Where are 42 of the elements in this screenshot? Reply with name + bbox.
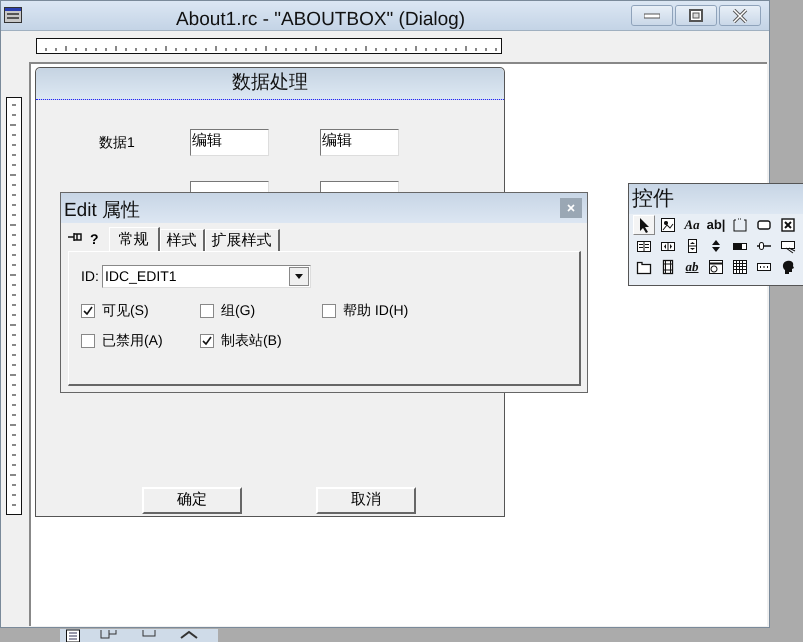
control-tool[interactable]: Aa	[681, 215, 703, 235]
edit-field[interactable]	[320, 181, 399, 192]
tab[interactable]: 样式	[160, 229, 205, 251]
dialog-button[interactable]: 确定	[142, 487, 242, 514]
maximize-icon	[689, 9, 703, 22]
id-combo-box[interactable]: IDC_EDIT1	[102, 265, 311, 288]
edit-field[interactable]: 编辑	[190, 129, 269, 156]
tab[interactable]: 常规	[108, 227, 160, 252]
id-label: ID:	[81, 267, 100, 286]
edit-field[interactable]	[190, 181, 269, 192]
close-icon	[732, 8, 748, 22]
edit-field[interactable]: 编辑	[320, 129, 399, 156]
properties-title: Edit 属性	[64, 199, 140, 223]
checkbox[interactable]	[322, 304, 336, 318]
dialog-button[interactable]: 取消	[316, 487, 416, 514]
checkbox[interactable]	[200, 304, 214, 318]
resource-tab-icon[interactable]	[66, 629, 80, 642]
pointer-icon[interactable]	[633, 215, 655, 235]
checkbox-label: 制表站(B)	[221, 331, 282, 350]
control-tool[interactable]: ab|	[705, 215, 727, 235]
checkbox-label: 已禁用(A)	[102, 331, 163, 350]
help-button[interactable]: ?	[90, 232, 99, 246]
checkbox-label: 可见(S)	[102, 301, 149, 320]
checkbox[interactable]	[81, 304, 95, 318]
checkbox[interactable]	[81, 334, 95, 348]
control-tool[interactable]: ab	[681, 257, 703, 277]
app-icon[interactable]	[4, 7, 22, 23]
id-value: IDC_EDIT1	[104, 267, 177, 286]
checkbox[interactable]	[200, 334, 214, 348]
close-icon	[567, 204, 575, 212]
toolbox-title: 控件	[629, 184, 803, 214]
window-title: About1.rc - "ABOUTBOX" (Dialog)	[176, 8, 466, 32]
tab[interactable]: 扩展样式	[204, 229, 280, 251]
minimize-button[interactable]	[631, 5, 673, 26]
pin-icon[interactable]	[68, 232, 84, 242]
checkbox-label: 帮助 ID(H)	[343, 301, 408, 320]
dialog-title-bar: 数据处理	[36, 68, 504, 100]
minimize-icon	[644, 12, 660, 18]
field-label: 数据1	[99, 133, 136, 152]
checkbox-label: 组(G)	[221, 301, 256, 320]
maximize-button[interactable]	[675, 5, 717, 26]
close-button[interactable]	[719, 5, 761, 26]
